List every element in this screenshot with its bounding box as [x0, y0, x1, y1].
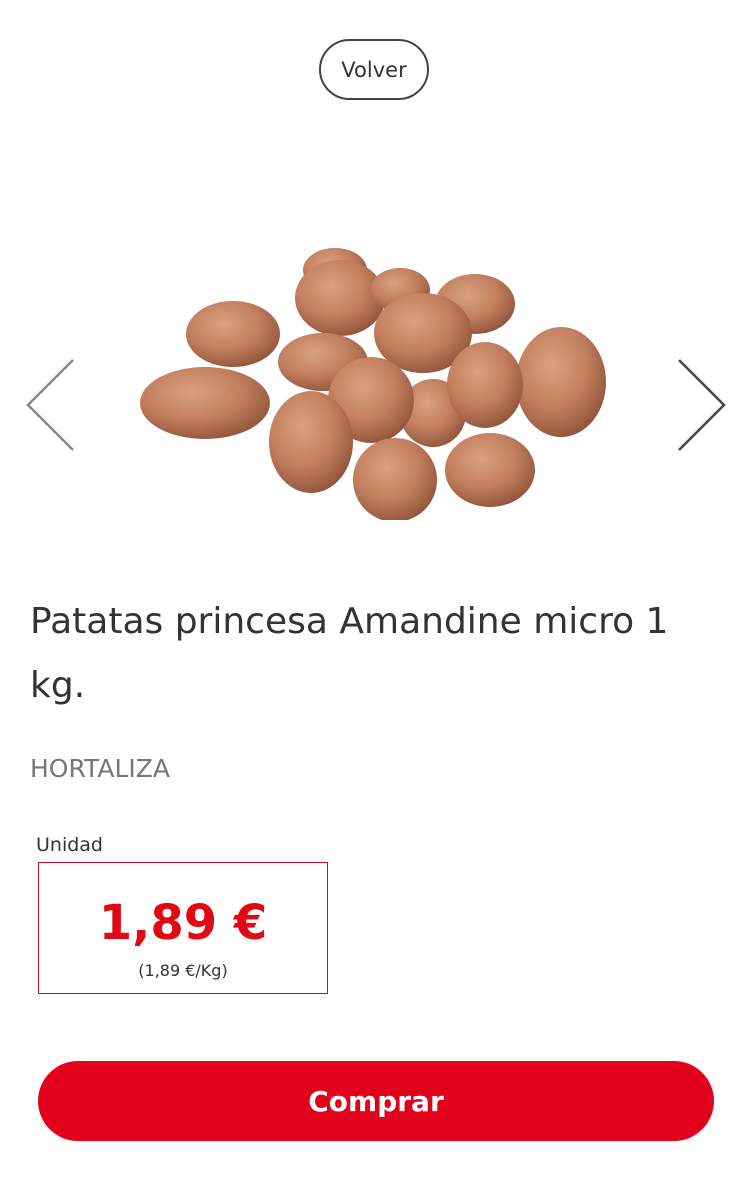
back-button[interactable]: Volver [319, 39, 429, 100]
chevron-left-icon [26, 359, 74, 451]
carousel-prev-button[interactable] [20, 355, 80, 455]
carousel-next-button[interactable] [672, 355, 732, 455]
buy-button[interactable]: Comprar [38, 1061, 714, 1141]
product-image [140, 248, 606, 520]
price-box: 1,89 € (1,89 €/Kg) [38, 862, 328, 994]
product-title: Patatas princesa Amandine micro 1 kg. [30, 601, 669, 706]
product-image-carousel [0, 200, 752, 530]
chevron-right-icon [678, 359, 726, 451]
unit-label: Unidad [36, 834, 103, 856]
price-per-kg: (1,89 €/Kg) [138, 961, 228, 980]
price-value: 1,89 € [98, 895, 268, 951]
product-category: HORTALIZA [30, 754, 170, 783]
